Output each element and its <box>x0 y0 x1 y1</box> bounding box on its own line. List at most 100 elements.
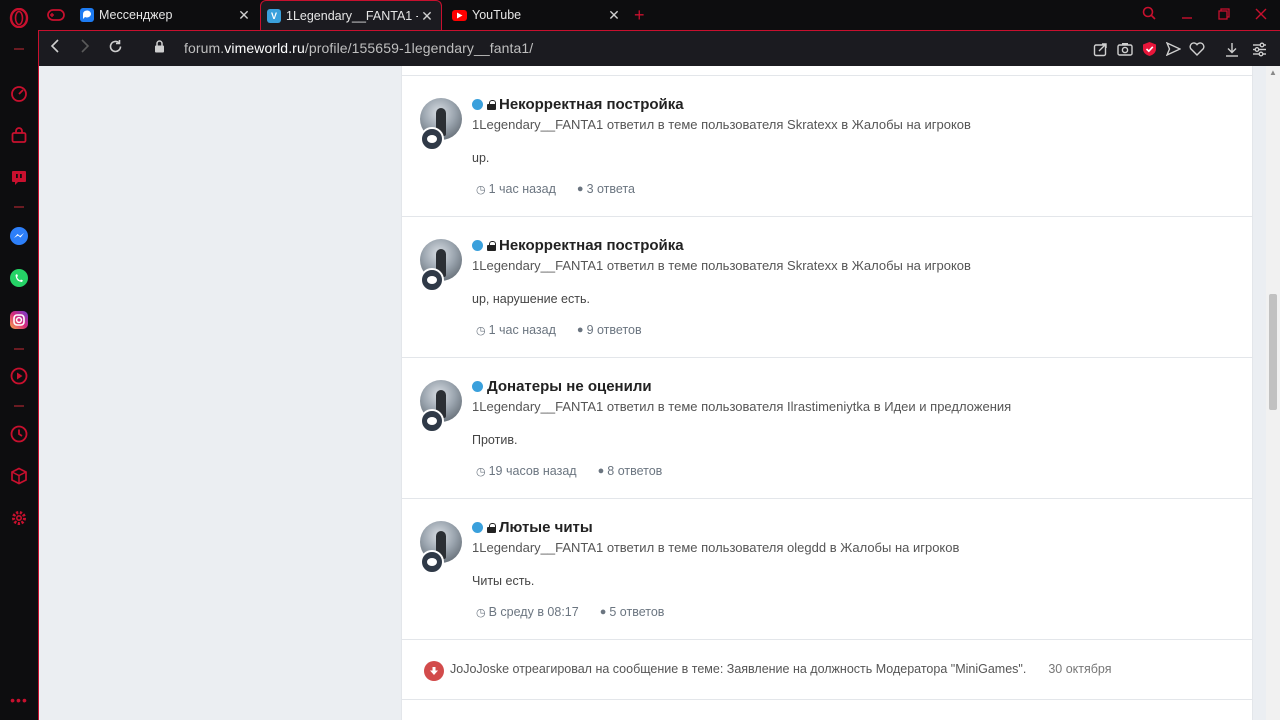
url-field[interactable]: forum.vimeworld.ru/profile/155659-1legen… <box>184 40 533 56</box>
comment-bubble-icon <box>420 409 444 433</box>
speed-dial-icon[interactable] <box>9 84 29 104</box>
sidebar-separator <box>14 206 24 208</box>
post-snippet: Читы есть. <box>472 574 535 588</box>
clock-icon: ◷ <box>476 183 486 196</box>
opera-logo-icon[interactable] <box>9 8 29 28</box>
settings-gear-icon[interactable] <box>9 508 29 528</box>
messenger-icon <box>80 8 94 22</box>
back-button[interactable] <box>45 39 65 59</box>
sidebar-separator <box>14 405 24 407</box>
tab-messenger[interactable]: Мессенджер ✕ <box>74 0 258 30</box>
tab-profile[interactable]: V 1Legendary__FANTA1 - Vim ✕ <box>260 0 442 30</box>
tab-youtube[interactable]: YouTube ✕ <box>446 0 628 30</box>
sidebar-separator <box>14 48 24 50</box>
search-tabs-icon[interactable] <box>1140 6 1158 24</box>
post-time[interactable]: В среду в 08:17 <box>489 605 579 619</box>
clock-icon: ◷ <box>476 606 486 619</box>
unread-dot-icon <box>472 522 483 533</box>
adblock-shield-icon[interactable] <box>1140 40 1158 58</box>
send-flow-icon[interactable] <box>1164 40 1182 58</box>
reload-button[interactable] <box>105 39 125 59</box>
post-title-row: Донатеры не оценили <box>472 378 652 395</box>
twitch-icon[interactable] <box>9 168 29 188</box>
post-time[interactable]: 19 часов назад <box>489 464 577 478</box>
post-title-link[interactable]: Донатеры не оценили <box>487 378 652 395</box>
browser-sidebar: ••• <box>0 0 38 720</box>
tab-bar: Мессенджер ✕ V 1Legendary__FANTA1 - Vim … <box>38 0 1280 30</box>
comment-icon: ● <box>597 465 605 477</box>
post-title-link[interactable]: Лютые читы <box>499 519 593 536</box>
post-snippet: up, нарушение есть. <box>472 292 590 306</box>
player-icon[interactable] <box>9 366 29 386</box>
reaction-item: JoJoJoske отреагировал на сообщение в те… <box>402 642 1252 700</box>
lock-icon <box>487 240 496 251</box>
gamepad-icon[interactable] <box>46 5 66 25</box>
activity-feed: Некорректная постройка 1Legendary__FANTA… <box>401 66 1253 720</box>
post-stats: ◷ 19 часов назад ● 8 ответов <box>476 464 662 478</box>
comment-bubble-icon <box>420 127 444 151</box>
post-meta[interactable]: 1Legendary__FANTA1 ответил в теме пользо… <box>472 399 1011 414</box>
post-stats: ◷ 1 час назад ● 3 ответа <box>476 182 635 196</box>
tab-title: YouTube <box>472 8 522 22</box>
post-replies: 3 ответа <box>586 182 635 196</box>
messenger-icon[interactable] <box>9 226 29 246</box>
post-replies: 5 ответов <box>609 605 665 619</box>
close-tab-icon[interactable]: ✕ <box>419 8 435 24</box>
page-scrollbar[interactable]: ▲ <box>1266 66 1280 720</box>
vimeworld-icon: V <box>267 8 281 23</box>
post-meta[interactable]: 1Legendary__FANTA1 ответил в теме пользо… <box>472 540 959 555</box>
page-viewport: Некорректная постройка 1Legendary__FANTA… <box>38 66 1280 720</box>
post-stats: ◷ 1 час назад ● 9 ответов <box>476 323 642 337</box>
shopping-bag-icon[interactable] <box>9 126 29 146</box>
extensions-icon[interactable] <box>9 466 29 486</box>
close-tab-icon[interactable]: ✕ <box>236 7 252 23</box>
instagram-icon[interactable] <box>9 310 29 330</box>
more-options-icon[interactable]: ••• <box>9 690 29 710</box>
snapshot-camera-icon[interactable] <box>1116 40 1134 58</box>
comment-icon: ● <box>599 606 607 618</box>
post-snippet: Против. <box>472 433 518 447</box>
share-icon[interactable] <box>1091 40 1109 58</box>
youtube-icon <box>452 9 467 21</box>
scroll-up-arrow-icon[interactable]: ▲ <box>1269 68 1277 77</box>
new-tab-button[interactable]: + <box>634 0 654 30</box>
comment-bubble-icon <box>420 268 444 292</box>
post-title-row: Лютые читы <box>472 519 593 536</box>
post-title-link[interactable]: Некорректная постройка <box>499 237 684 254</box>
downvote-reaction-icon <box>424 661 444 681</box>
lock-secure-icon[interactable] <box>149 39 169 59</box>
close-window-icon[interactable] <box>1252 6 1270 24</box>
reaction-text[interactable]: JoJoJoske отреагировал на сообщение в те… <box>450 662 1111 676</box>
clock-icon: ◷ <box>476 324 486 337</box>
minimize-icon[interactable] <box>1178 6 1196 24</box>
post-meta[interactable]: 1Legendary__FANTA1 ответил в теме пользо… <box>472 117 971 132</box>
easy-setup-icon[interactable] <box>1250 40 1268 58</box>
unread-dot-icon <box>472 240 483 251</box>
comment-icon: ● <box>576 324 584 336</box>
post-stats: ◷ В среду в 08:17 ● 5 ответов <box>476 605 664 619</box>
restore-icon[interactable] <box>1215 6 1233 24</box>
history-icon[interactable] <box>9 424 29 444</box>
close-tab-icon[interactable]: ✕ <box>606 7 622 23</box>
post-time[interactable]: 1 час назад <box>489 323 556 337</box>
lock-icon <box>487 522 496 533</box>
activity-item: Донатеры не оценили 1Legendary__FANTA1 о… <box>402 358 1252 499</box>
bookmark-heart-icon[interactable] <box>1188 40 1206 58</box>
whatsapp-icon[interactable] <box>9 268 29 288</box>
post-meta[interactable]: 1Legendary__FANTA1 ответил в теме пользо… <box>472 258 971 273</box>
post-title-link[interactable]: Некорректная постройка <box>499 96 684 113</box>
post-replies: 8 ответов <box>607 464 663 478</box>
scrollbar-thumb[interactable] <box>1269 294 1277 410</box>
comment-icon: ● <box>576 183 584 195</box>
reaction-date: 30 октября <box>1048 662 1112 676</box>
post-title-row: Некорректная постройка <box>472 237 684 254</box>
activity-item: Лютые читы 1Legendary__FANTA1 ответил в … <box>402 499 1252 640</box>
sidebar-separator <box>14 348 24 350</box>
post-time[interactable]: 1 час назад <box>489 182 556 196</box>
forward-button[interactable] <box>75 39 95 59</box>
comment-bubble-icon <box>420 550 444 574</box>
activity-item: Некорректная постройка 1Legendary__FANTA… <box>402 76 1252 217</box>
clock-icon: ◷ <box>476 465 486 478</box>
tab-title: Мессенджер <box>99 8 173 22</box>
downloads-icon[interactable] <box>1223 40 1241 58</box>
